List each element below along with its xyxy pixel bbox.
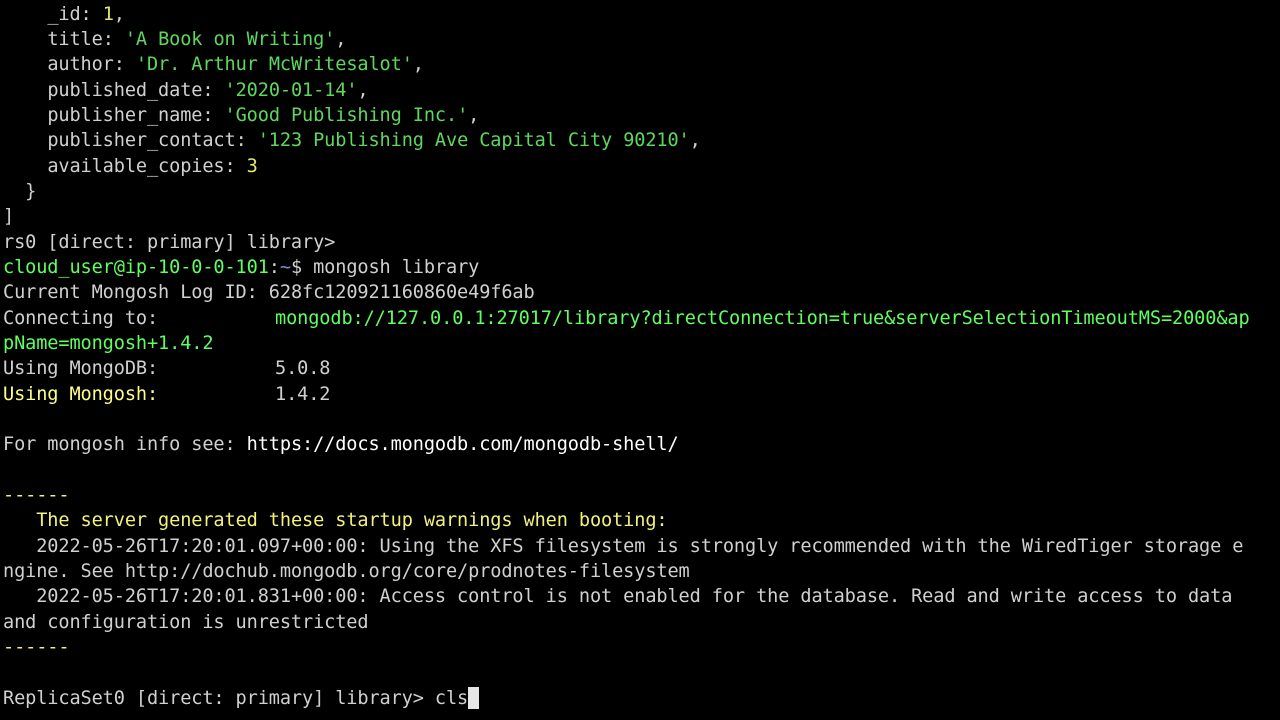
mongosh-version-line: Using Mongosh: 1.4.2 — [3, 382, 330, 407]
field-value: 'Good Publishing Inc.' — [224, 105, 469, 126]
doc-field-publisher-name: publisher_name: 'Good Publishing Inc.', — [47, 105, 480, 126]
shell-dollar: $ — [290, 257, 303, 278]
shell-command: mongosh library — [313, 257, 480, 278]
field-key: publisher_contact — [47, 130, 236, 151]
field-key: published_date — [47, 80, 203, 101]
field-key: publisher_name — [47, 105, 203, 126]
warning-2: 2022-05-26T17:20:01.831+00:00: Access co… — [36, 586, 1233, 607]
mongosh-prompt: ReplicaSet0 [direct: primary] library> — [3, 688, 424, 709]
warning-1: 2022-05-26T17:20:01.097+00:00: Using the… — [36, 536, 1244, 557]
mongosh-version-value: 1.4.2 — [275, 384, 331, 405]
doc-field-title: title: 'A Book on Writing', — [47, 29, 347, 50]
warnings-heading: The server generated these startup warni… — [36, 510, 668, 531]
field-key: _id — [47, 4, 81, 25]
doc-close-brace: } — [25, 181, 37, 202]
log-id-label: Current Mongosh Log ID: — [3, 282, 258, 303]
command-input[interactable]: cls — [435, 688, 468, 709]
shell-user-host: cloud_user@ip-10-0-0-101 — [3, 257, 269, 278]
field-value: 3 — [246, 156, 258, 177]
doc-field-author: author: 'Dr. Arthur McWritesalot', — [47, 54, 424, 75]
connecting-line: Connecting to: mongodb://127.0.0.1:27017/… — [3, 306, 1250, 331]
mongosh-prompt-line[interactable]: ReplicaSet0 [direct: primary] library> c… — [3, 686, 480, 711]
doc-field-published-date: published_date: '2020-01-14', — [47, 80, 369, 101]
mongosh-info-line: For mongosh info see: https://docs.mongo… — [3, 432, 679, 457]
text-cursor — [468, 687, 480, 709]
warnings-divider-top: ------ — [3, 485, 70, 506]
previous-prompt: rs0 [direct: primary] library> — [3, 232, 336, 253]
field-key: author — [47, 54, 114, 75]
mongodb-version-label: Using MongoDB: — [3, 358, 159, 379]
field-value: '123 Publishing Ave Capital City 90210' — [257, 130, 690, 151]
connecting-label: Connecting to: — [3, 308, 159, 329]
field-key: title — [47, 29, 103, 50]
warnings-divider-bottom: ------ — [3, 637, 70, 658]
doc-field-id: _id: 1, — [47, 4, 125, 25]
warning-1-continued: ngine. See http://dochub.mongodb.org/cor… — [3, 561, 690, 582]
doc-field-available-copies: available_copies: 3 — [47, 156, 258, 177]
doc-field-publisher-contact: publisher_contact: '123 Publishing Ave C… — [47, 130, 701, 151]
field-value: '2020-01-14' — [224, 80, 358, 101]
field-value: 1 — [102, 4, 114, 25]
log-id-value: 628fc120921160860e49f6ab — [268, 282, 535, 303]
connection-string: mongodb://127.0.0.1:27017/library?direct… — [275, 308, 1250, 329]
connection-string-continued: pName=mongosh+1.4.2 — [3, 333, 214, 354]
field-key: available_copies — [47, 156, 225, 177]
field-value: 'A Book on Writing' — [124, 29, 336, 50]
mongosh-docs-link[interactable]: https://docs.mongodb.com/mongodb-shell/ — [247, 434, 679, 455]
connecting-line-wrap: pName=mongosh+1.4.2 — [3, 331, 214, 356]
shell-separator: : — [268, 257, 280, 278]
mongosh-info-label: For mongosh info see: — [3, 434, 236, 455]
shell-path: ~ — [279, 257, 291, 278]
shell-command-line: cloud_user@ip-10-0-0-101:~$ mongosh libr… — [3, 255, 479, 280]
field-value: 'Dr. Arthur McWritesalot' — [135, 54, 413, 75]
warning-2-continued: and configuration is unrestricted — [3, 612, 369, 633]
terminal-window[interactable]: _id: 1, title: 'A Book on Writing', auth… — [0, 0, 1280, 720]
mongodb-version-line: Using MongoDB: 5.0.8 — [3, 356, 330, 381]
doc-close-bracket: ] — [3, 206, 15, 227]
log-id-line: Current Mongosh Log ID: 628fc12092116086… — [3, 280, 535, 305]
mongodb-version-value: 5.0.8 — [275, 358, 331, 379]
mongosh-version-label: Using Mongosh: — [3, 384, 159, 405]
